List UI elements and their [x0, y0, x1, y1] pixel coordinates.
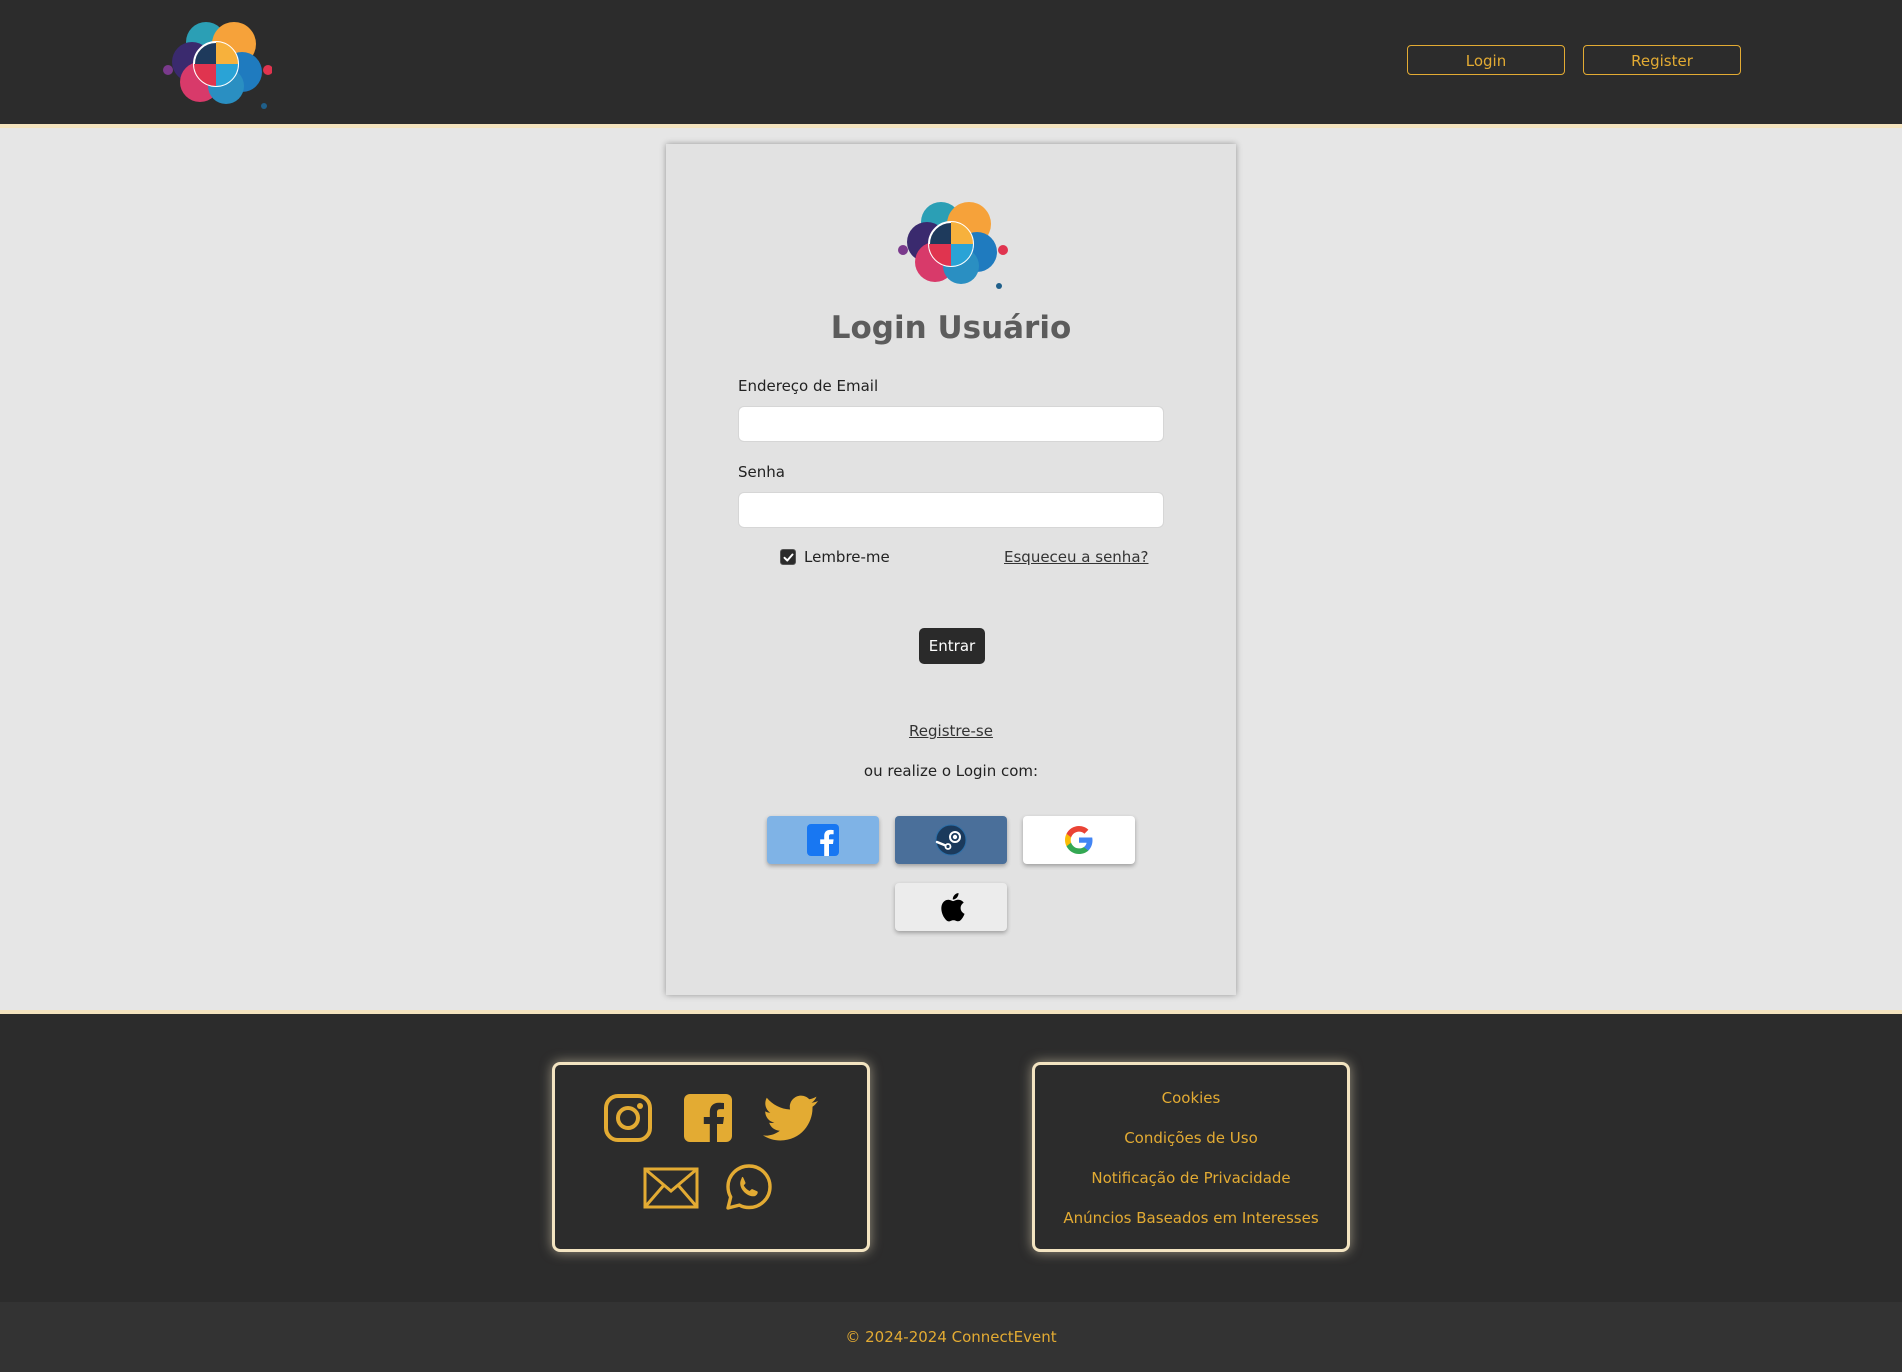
email-label: Endereço de Email	[738, 377, 879, 395]
password-field[interactable]	[738, 492, 1164, 528]
header-login-button[interactable]: Login	[1407, 45, 1565, 75]
instagram-icon[interactable]	[603, 1093, 653, 1143]
page-title: Login Usuário	[830, 310, 1072, 346]
facebook-login-button[interactable]	[767, 816, 879, 864]
brand-logo[interactable]	[160, 12, 272, 110]
footer-link-privacy[interactable]: Notificação de Privacidade	[1035, 1169, 1347, 1187]
apple-login-button[interactable]	[895, 883, 1007, 931]
whatsapp-icon[interactable]	[725, 1163, 773, 1211]
remember-me: Lembre-me	[780, 548, 890, 566]
steam-login-button[interactable]	[895, 816, 1007, 864]
submit-button[interactable]: Entrar	[919, 628, 985, 664]
footer-social-box	[552, 1062, 870, 1252]
site-footer: Cookies Condições de Uso Notificação de …	[0, 1010, 1902, 1306]
facebook-icon[interactable]	[683, 1093, 733, 1143]
alt-login-label: ou realize o Login com:	[863, 762, 1039, 780]
footer-links-box: Cookies Condições de Uso Notificação de …	[1032, 1062, 1350, 1252]
copyright-text: © 2024-2024 ConnectEvent	[845, 1328, 1057, 1346]
forgot-password-link[interactable]: Esqueceu a senha?	[1004, 548, 1148, 566]
twitter-icon[interactable]	[763, 1095, 819, 1143]
register-link-wrapper: Registre-se	[666, 722, 1236, 740]
login-card: Login Usuário Endereço de Email Senha Le…	[666, 144, 1236, 995]
check-icon	[783, 553, 793, 561]
remember-label: Lembre-me	[804, 548, 890, 566]
footer-link-cookies[interactable]: Cookies	[1035, 1089, 1347, 1107]
site-header: Login Register	[0, 0, 1902, 128]
brand-logo	[898, 202, 1008, 289]
copyright-bar: © 2024-2024 ConnectEvent	[0, 1302, 1902, 1372]
footer-link-interest-ads[interactable]: Anúncios Baseados em Interesses	[1035, 1209, 1347, 1227]
remember-checkbox[interactable]	[780, 549, 796, 565]
apple-icon	[941, 893, 965, 922]
password-label: Senha	[738, 463, 785, 481]
header-register-button[interactable]: Register	[1583, 45, 1741, 75]
steam-icon	[935, 824, 967, 856]
email-field[interactable]	[738, 406, 1164, 442]
footer-link-terms[interactable]: Condições de Uso	[1035, 1129, 1347, 1147]
google-icon	[1065, 826, 1093, 854]
facebook-icon	[807, 824, 839, 856]
mail-icon[interactable]	[643, 1167, 699, 1209]
google-login-button[interactable]	[1023, 816, 1135, 864]
register-link[interactable]: Registre-se	[909, 722, 993, 740]
